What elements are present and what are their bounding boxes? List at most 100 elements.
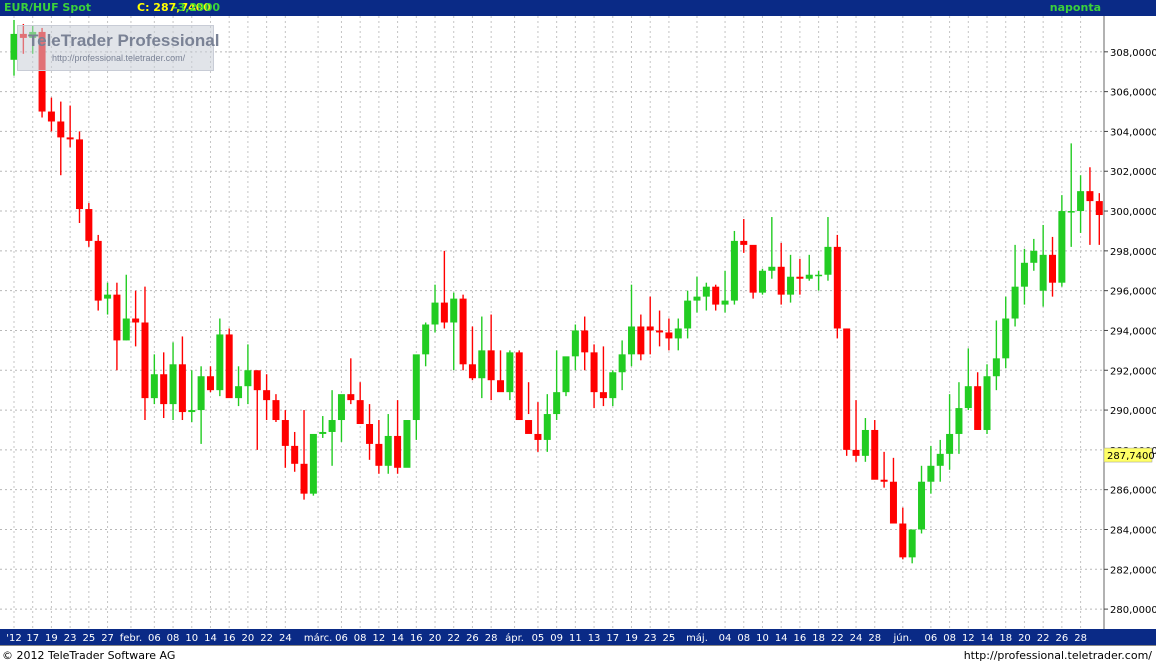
candle-body (628, 326, 635, 354)
x-tick-label: ápr. (505, 632, 524, 644)
x-tick-label: 05 (532, 633, 545, 644)
y-axis-ticks: 308,0000306,0000304,0000302,0000300,0000… (1104, 48, 1156, 616)
teletrader-logo: TeleTrader Professional http://professio… (17, 25, 214, 71)
candle-body (927, 466, 934, 482)
candle-body (113, 295, 120, 341)
candle-body (984, 376, 991, 430)
x-tick-label: 16 (223, 633, 236, 644)
candle-body (460, 299, 467, 365)
y-tick-label: 300,0000 (1110, 207, 1156, 218)
candle-body (347, 394, 354, 400)
candle-body (899, 524, 906, 558)
candle-body (1086, 191, 1093, 201)
candle-body (563, 356, 570, 392)
candle-body (1002, 319, 1009, 359)
change-value: -3,2900 (173, 1, 220, 15)
y-tick-label: 306,0000 (1110, 88, 1156, 99)
candle-body (581, 330, 588, 352)
x-tick-label: 09 (550, 633, 563, 644)
candle-body (478, 350, 485, 378)
candle-body (731, 241, 738, 301)
candle-body (291, 446, 298, 464)
x-tick-label: 22 (831, 633, 844, 644)
copyright-text: © 2012 TeleTrader Software AG (2, 649, 175, 662)
candle (95, 235, 102, 311)
y-tick-label: 302,0000 (1110, 167, 1156, 178)
candle-body (534, 434, 541, 440)
candle-body (946, 434, 953, 454)
candle-body (48, 112, 55, 122)
candle-body (1049, 255, 1056, 283)
x-tick-label: 20 (1018, 633, 1031, 644)
instrument-title: EUR/HUF Spot (4, 1, 91, 15)
candle-body (385, 436, 392, 466)
candle-body (665, 332, 672, 338)
x-tick-label: 22 (447, 633, 460, 644)
x-tick-label: 14 (775, 633, 788, 644)
candle-body (85, 209, 92, 241)
x-tick-label: 10 (756, 633, 769, 644)
candle-body (871, 430, 878, 480)
x-tick-label: 06 (335, 633, 348, 644)
candle-body (768, 267, 775, 271)
x-tick-label: 22 (260, 633, 273, 644)
footer-url[interactable]: http://professional.teletrader.com/ (964, 649, 1152, 662)
x-tick-label: 28 (1074, 633, 1087, 644)
x-tick-label: 18 (999, 633, 1012, 644)
candle-body (1096, 201, 1103, 215)
candle-body (553, 392, 560, 414)
candle-body (516, 352, 523, 420)
x-tick-label: 27 (101, 633, 114, 644)
candle (403, 420, 410, 468)
candle-body (469, 364, 476, 378)
candle-body (141, 323, 148, 399)
x-tick-label: 22 (1037, 633, 1050, 644)
y-tick-label: 294,0000 (1110, 326, 1156, 337)
y-tick-label: 286,0000 (1110, 486, 1156, 497)
y-tick-label: 292,0000 (1110, 366, 1156, 377)
last-value-marker: 287,7400 (1104, 448, 1155, 462)
candle-body (881, 480, 888, 482)
candle-body (656, 330, 663, 332)
x-tick-label: '12 (6, 633, 21, 644)
x-tick-label: 08 (167, 633, 180, 644)
x-tick-label: 16 (794, 633, 807, 644)
candle-body (160, 374, 167, 404)
candle-body (366, 424, 373, 444)
candle-body (226, 334, 233, 398)
candle-body (843, 328, 850, 449)
candle-body (619, 354, 626, 372)
candle-body (403, 420, 410, 468)
x-tick-label: 04 (719, 633, 732, 644)
x-tick-label: 20 (242, 633, 255, 644)
candle (460, 295, 467, 371)
candle-body (1021, 263, 1028, 287)
candle (226, 328, 233, 398)
x-tick-label: 20 (429, 633, 442, 644)
x-tick-label: 08 (943, 633, 956, 644)
candle-body (965, 386, 972, 408)
candle-body (647, 326, 654, 330)
candle-body (806, 275, 813, 279)
candle-body (57, 121, 64, 137)
candle-body (207, 376, 214, 390)
x-tick-label: 18 (812, 633, 825, 644)
candle-body (909, 529, 916, 557)
candle-body (179, 364, 186, 412)
candle-body (188, 410, 195, 412)
x-tick-label: 12 (373, 633, 386, 644)
candle-body (600, 392, 607, 398)
candle-body (609, 372, 616, 398)
x-tick-label: 19 (45, 633, 58, 644)
x-tick-label: jún. (892, 632, 912, 644)
candle-body (375, 444, 382, 466)
x-tick-label: 06 (925, 633, 938, 644)
period-label[interactable]: naponta (1050, 1, 1101, 15)
candle-body (572, 330, 579, 356)
x-tick-label: 28 (485, 633, 498, 644)
x-tick-label: 06 (148, 633, 161, 644)
candle-body (1012, 287, 1019, 319)
y-tick-label: 284,0000 (1110, 525, 1156, 536)
candle-body (272, 400, 279, 420)
y-tick-label: 298,0000 (1110, 247, 1156, 258)
